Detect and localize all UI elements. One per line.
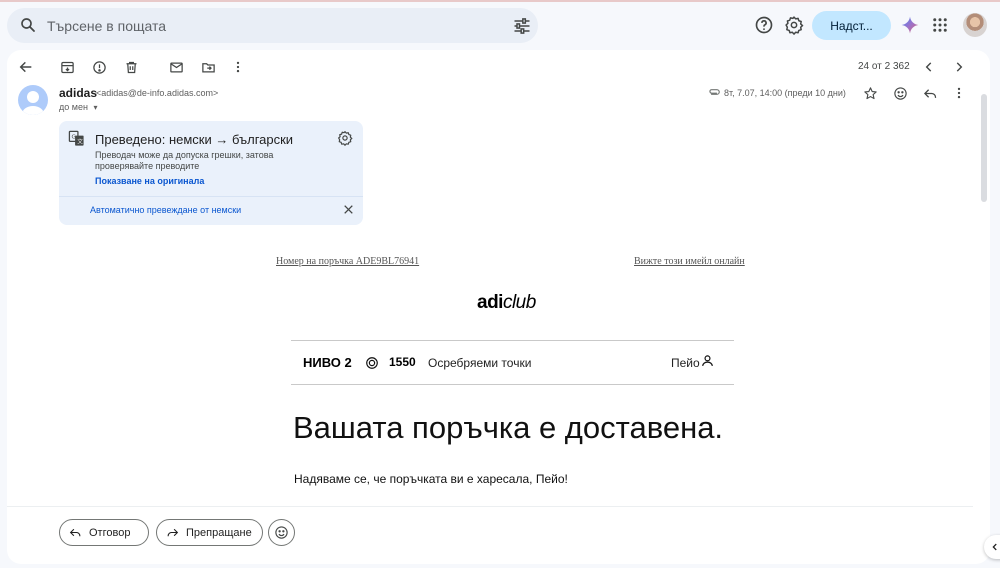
level-value: 2 [344, 355, 352, 370]
divider-bottom [291, 384, 734, 385]
message-date: 8т, 7.07, 14:00 (преди 10 дни) [724, 88, 846, 98]
points-coin-icon [365, 356, 379, 370]
reply-button[interactable]: Отговор [59, 519, 149, 546]
translation-card: G文 Преведено: немски → български Превода… [59, 121, 363, 225]
recipient-dropdown[interactable]: до мен ▾ [59, 102, 97, 112]
user-icon [701, 354, 715, 368]
translation-title: Преведено: немски → български [95, 132, 294, 147]
member-name: Пейо [671, 356, 700, 370]
archive-icon[interactable] [57, 57, 77, 77]
older-chevron-icon[interactable] [949, 57, 969, 77]
back-arrow-icon[interactable] [16, 57, 36, 77]
logo-adi: adi [477, 292, 503, 313]
view-online-link[interactable]: Вижте този имейл онлайн [634, 256, 745, 267]
gemini-icon[interactable] [898, 13, 922, 37]
email-headline: Вашата поръчка е доставена. [293, 410, 724, 445]
help-icon[interactable] [752, 13, 776, 37]
adiclub-logo[interactable]: adiclub [477, 292, 536, 314]
email-body-text: Надяваме се, че поръчката ви е харесала,… [294, 472, 568, 486]
sender-avatar[interactable] [18, 85, 48, 115]
svg-text:G: G [72, 135, 76, 141]
settings-icon[interactable] [782, 13, 806, 37]
chevron-down-icon: ▾ [93, 103, 98, 112]
search-icon[interactable] [19, 16, 37, 34]
divider-top [291, 340, 734, 341]
translation-settings-icon[interactable] [337, 130, 355, 148]
auto-translate-link[interactable]: Автоматично превеждане от немски [90, 205, 241, 215]
message-counter: 24 от 2 362 [858, 61, 910, 72]
apps-grid-icon[interactable] [928, 13, 952, 37]
logo-club: club [502, 292, 536, 313]
scrollbar-thumb[interactable] [981, 94, 987, 202]
mark-unread-icon[interactable] [166, 57, 186, 77]
delete-icon[interactable] [121, 57, 141, 77]
level-indicator: НИВО 2 [303, 355, 352, 370]
forward-label: Препращане [186, 526, 252, 539]
card-divider [59, 196, 363, 197]
order-number-link[interactable]: Номер на поръчка ADE9BL76941 [276, 256, 419, 267]
forward-arrow-icon [166, 526, 180, 540]
reply-arrow-icon [69, 526, 83, 540]
reply-icon[interactable] [920, 83, 940, 103]
sender-email: <adidas@de-info.adidas.com> [96, 88, 219, 98]
reply-label: Отговор [89, 526, 131, 539]
emoji-button[interactable] [268, 519, 295, 546]
upgrade-button[interactable]: Надст... [812, 11, 891, 40]
chevron-left-icon [990, 542, 1000, 552]
scrollbar[interactable] [978, 88, 990, 564]
points-value: 1550 [389, 355, 416, 369]
search-input[interactable] [47, 8, 487, 43]
report-spam-icon[interactable] [89, 57, 109, 77]
emoji-react-icon[interactable] [890, 83, 910, 103]
more-vert-icon[interactable] [228, 57, 248, 77]
search-bar[interactable] [7, 8, 538, 43]
close-icon[interactable] [342, 203, 356, 217]
newer-chevron-icon[interactable] [919, 57, 939, 77]
emoji-icon [274, 525, 289, 540]
footer-separator [7, 506, 973, 507]
translation-disclaimer: Преводач може да допуска грешки, затова … [95, 150, 274, 171]
points-label: Осребряеми точки [428, 356, 532, 370]
translate-icon: G文 [68, 130, 86, 148]
level-label: НИВО [303, 355, 341, 370]
sender-name[interactable]: adidas [59, 86, 97, 100]
search-options-icon[interactable] [512, 16, 532, 36]
show-original-link[interactable]: Показване на оригинала [95, 176, 204, 186]
attachment-icon [704, 82, 724, 102]
recipient-label: до мен [59, 102, 88, 112]
move-to-icon[interactable] [198, 57, 218, 77]
top-accent-line [0, 0, 1000, 2]
star-icon[interactable] [860, 83, 880, 103]
forward-button[interactable]: Препращане [156, 519, 263, 546]
account-avatar[interactable] [963, 13, 987, 37]
message-more-icon[interactable] [949, 83, 969, 103]
